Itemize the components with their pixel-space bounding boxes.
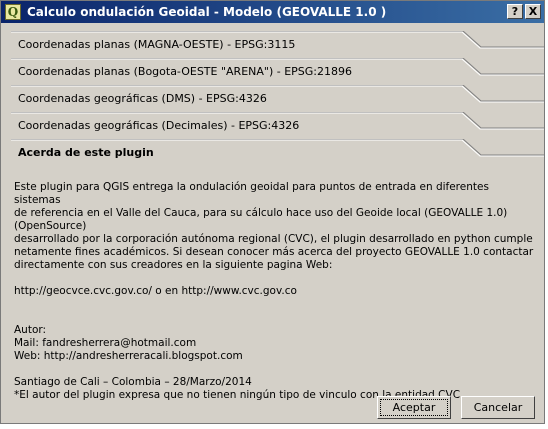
about-panel: Este plugin para QGIS entrega la ondulac…	[14, 181, 534, 402]
help-button[interactable]: ?	[507, 4, 523, 19]
about-links: http://geocvce.cvc.gov.co/ o en http://w…	[14, 285, 297, 297]
cancel-button[interactable]: Cancelar	[461, 396, 535, 419]
disclaimer: *El autor del plugin expresa que no tien…	[14, 389, 464, 401]
section-label: Acerda de este plugin	[18, 146, 154, 159]
section-geograficas-dms[interactable]: Coordenadas geográficas (DMS) - EPSG:432…	[1, 85, 544, 112]
section-label: Coordenadas planas (Bogota-OESTE "ARENA"…	[18, 65, 353, 78]
about-intro: Este plugin para QGIS entrega la ondulac…	[14, 181, 534, 271]
title-bar[interactable]: Q Calculo ondulación Geoidal - Modelo (G…	[1, 1, 544, 23]
section-magna-oeste[interactable]: Coordenadas planas (MAGNA-OESTE) - EPSG:…	[1, 31, 544, 58]
qgis-icon: Q	[5, 4, 21, 20]
accept-button[interactable]: Aceptar	[377, 396, 451, 419]
section-label: Coordenadas geográficas (Decimales) - EP…	[18, 119, 300, 132]
section-label: Coordenadas planas (MAGNA-OESTE) - EPSG:…	[18, 38, 296, 51]
author-mail: Mail: fandresherrera@hotmail.com	[14, 337, 197, 349]
place-date: Santiago de Cali – Colombia – 28/Marzo/2…	[14, 376, 252, 388]
toolbox-sections: Coordenadas planas (MAGNA-OESTE) - EPSG:…	[1, 31, 544, 166]
author-web: Web: http://andresherreracali.blogspot.c…	[14, 350, 243, 362]
section-acerca-plugin[interactable]: Acerda de este plugin	[1, 139, 544, 166]
section-label: Coordenadas geográficas (DMS) - EPSG:432…	[18, 92, 267, 105]
close-button[interactable]: X	[525, 4, 541, 19]
section-geograficas-decimales[interactable]: Coordenadas geográficas (Decimales) - EP…	[1, 112, 544, 139]
window-title: Calculo ondulación Geoidal - Modelo (GEO…	[27, 5, 387, 19]
dialog-window: Q Calculo ondulación Geoidal - Modelo (G…	[0, 0, 545, 424]
author-heading: Autor:	[14, 324, 47, 336]
section-bogota-oeste[interactable]: Coordenadas planas (Bogota-OESTE "ARENA"…	[1, 58, 544, 85]
